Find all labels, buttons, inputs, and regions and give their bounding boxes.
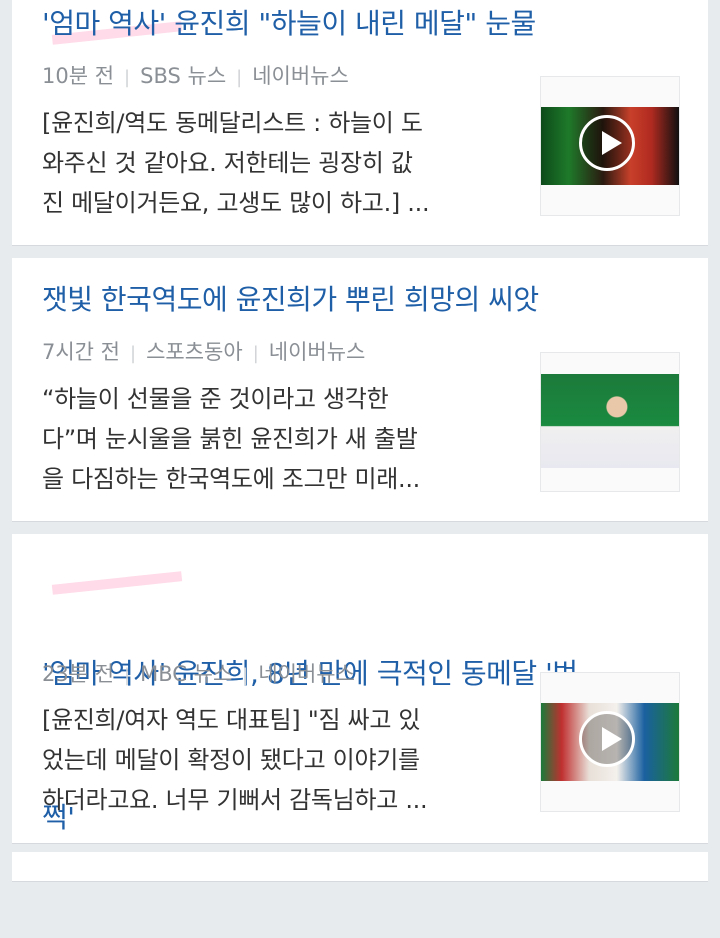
summary-line: 하더라고요. 너무 기뻐서 감독님하고 ... xyxy=(42,786,428,814)
news-source[interactable]: 스포츠동아 xyxy=(146,340,243,364)
summary-line: 와주신 것 같아요. 저한테는 굉장히 값 xyxy=(42,149,413,177)
news-platform[interactable]: 네이버뉴스 xyxy=(269,340,366,364)
news-source[interactable]: SBS 뉴스 xyxy=(140,64,226,88)
summary-line: [윤진희/여자 역도 대표팀] "짐 싸고 있 xyxy=(42,706,421,734)
news-title[interactable]: '엄마 역사' 윤진희 "하늘이 내린 메달" 눈물 xyxy=(42,0,668,48)
news-meta: 7시간 전 | 스포츠동아 | 네이버뉴스 xyxy=(42,340,366,364)
news-thumbnail[interactable] xyxy=(540,76,680,216)
news-meta: 10분 전 | SBS 뉴스 | 네이버뉴스 xyxy=(42,64,349,88)
news-time: 7시간 전 xyxy=(42,340,120,364)
news-summary[interactable]: [윤진희/역도 동메달리스트 : 하늘이 도 와주신 것 같아요. 저한테는 굉… xyxy=(42,103,512,223)
thumbnail-image xyxy=(541,107,679,185)
news-meta: 23분 전 | MBC 뉴스 | 네이버뉴스 xyxy=(42,662,355,686)
news-source[interactable]: MBC 뉴스 xyxy=(140,662,232,686)
news-title[interactable]: 잿빛 한국역도에 윤진희가 뿌린 희망의 씨앗 xyxy=(42,276,668,324)
summary-line: 었는데 메달이 확정이 됐다고 이야기를 xyxy=(42,746,420,774)
play-icon[interactable] xyxy=(579,711,635,767)
news-card[interactable]: '엄마 역사' 윤진희 "하늘이 내린 메달" 눈물 10분 전 | SBS 뉴스 |… xyxy=(12,0,708,246)
thumbnail-image xyxy=(541,374,679,468)
news-card[interactable]: '엄마 역사' 윤진희, 8년 만에 극적인 동메달 '번 쩍' 23분 전 | M… xyxy=(12,534,708,844)
news-thumbnail[interactable] xyxy=(540,672,680,812)
news-time: 10분 전 xyxy=(42,64,115,88)
news-card[interactable]: 잿빛 한국역도에 윤진희가 뿌린 희망의 씨앗 7시간 전 | 스포츠동아 | 네이버뉴… xyxy=(12,258,708,522)
news-time: 23분 전 xyxy=(42,662,115,686)
summary-line: [윤진희/역도 동메달리스트 : 하늘이 도 xyxy=(42,109,423,137)
news-platform[interactable]: 네이버뉴스 xyxy=(258,662,355,686)
summary-line: 을 다짐하는 한국역도에 조그만 미래... xyxy=(42,465,421,493)
news-summary[interactable]: “하늘이 선물을 준 것이라고 생각한 다”며 눈시울을 붉힌 윤진희가 새 출… xyxy=(42,379,512,499)
news-platform[interactable]: 네이버뉴스 xyxy=(252,64,349,88)
summary-line: 다”며 눈시울을 붉힌 윤진희가 새 출발 xyxy=(42,425,418,453)
play-icon[interactable] xyxy=(579,115,635,171)
summary-line: 진 메달이거든요, 고생도 많이 하고.] ... xyxy=(42,189,430,217)
summary-line: “하늘이 선물을 준 것이라고 생각한 xyxy=(42,385,389,413)
news-summary[interactable]: [윤진희/여자 역도 대표팀] "짐 싸고 있 었는데 메달이 확정이 됐다고 … xyxy=(42,700,512,820)
news-thumbnail[interactable] xyxy=(540,352,680,492)
news-card[interactable] xyxy=(12,852,708,882)
thumbnail-image xyxy=(541,703,679,781)
